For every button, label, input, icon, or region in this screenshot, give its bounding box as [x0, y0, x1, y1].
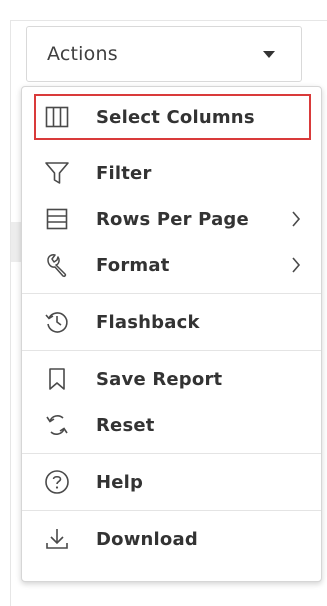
menu-item-label: Reset: [96, 414, 155, 436]
menu-divider: [22, 510, 321, 511]
filter-icon: [44, 160, 70, 186]
menu-item-reset[interactable]: Reset: [22, 402, 321, 448]
menu-item-rows-per-page[interactable]: Rows Per Page: [22, 196, 321, 242]
bookmark-icon: [44, 366, 70, 392]
menu-item-flashback[interactable]: Flashback: [22, 299, 321, 345]
menu-item-label: Format: [96, 254, 170, 276]
columns-icon: [44, 104, 70, 130]
menu-item-label: Save Report: [96, 368, 223, 390]
menu-divider: [22, 350, 321, 351]
menu-item-select-columns[interactable]: Select Columns: [34, 94, 311, 140]
rows-icon: [44, 206, 70, 232]
download-icon: [44, 526, 70, 552]
caret-down-icon: [263, 50, 275, 58]
actions-menu-button[interactable]: Actions: [26, 26, 302, 82]
menu-item-download[interactable]: Download: [22, 516, 321, 562]
menu-divider: [22, 293, 321, 294]
wrench-icon: [44, 252, 70, 278]
menu-item-label: Rows Per Page: [96, 208, 249, 230]
menu-item-format[interactable]: Format: [22, 242, 321, 288]
actions-dropdown-menu: Select Columns Filter Rows Per Page Form…: [21, 86, 322, 582]
reset-icon: [44, 412, 70, 438]
chevron-right-icon: [291, 256, 301, 278]
menu-item-label: Filter: [96, 162, 152, 184]
history-icon: [44, 309, 70, 335]
menu-item-label: Download: [96, 528, 198, 550]
menu-item-label: Help: [96, 471, 144, 493]
menu-item-label: Select Columns: [96, 106, 255, 128]
menu-item-save-report[interactable]: Save Report: [22, 356, 321, 402]
menu-item-label: Flashback: [96, 311, 200, 333]
help-icon: [44, 469, 70, 495]
actions-button-label: Actions: [47, 43, 118, 65]
menu-divider: [22, 453, 321, 454]
menu-item-help[interactable]: Help: [22, 459, 321, 505]
menu-item-filter[interactable]: Filter: [22, 150, 321, 196]
chevron-right-icon: [291, 210, 301, 232]
